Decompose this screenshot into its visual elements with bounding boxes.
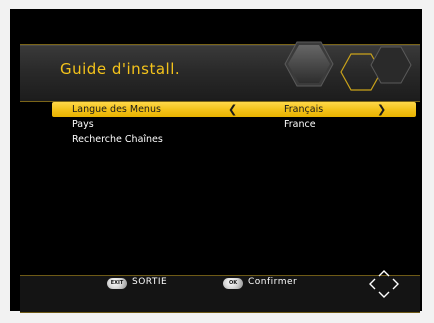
menu-item-label: Langue des Menus (72, 104, 161, 115)
menu-item-langue[interactable]: Langue des Menus ❮ Français ❯ (52, 102, 416, 117)
exit-key-icon: EXIT (107, 278, 127, 289)
arrow-left-icon[interactable]: ❮ (228, 102, 237, 117)
ok-key-icon: OK (223, 278, 243, 289)
menu-item-pays[interactable]: Pays France (52, 117, 416, 132)
menu-item-label: Pays (72, 119, 94, 130)
settings-menu: Langue des Menus ❮ Français ❯ Pays Franc… (52, 102, 416, 147)
directional-pad-icon (369, 270, 399, 298)
hexagon-decoration-icon (284, 41, 412, 91)
exit-label[interactable]: SORTIE (132, 277, 167, 287)
menu-item-recherche[interactable]: Recherche Chaînes (52, 132, 416, 147)
menu-item-value: France (284, 119, 316, 130)
arrow-right-icon[interactable]: ❯ (377, 102, 386, 117)
footer-bar (20, 275, 420, 313)
page-title: Guide d'install. (60, 60, 181, 78)
menu-item-label: Recherche Chaînes (72, 134, 163, 145)
tv-screen: Guide d'install. Langue des Menus ❮ Fran… (10, 9, 422, 313)
menu-item-value: Français (284, 104, 324, 115)
confirm-label[interactable]: Confirmer (248, 277, 297, 287)
